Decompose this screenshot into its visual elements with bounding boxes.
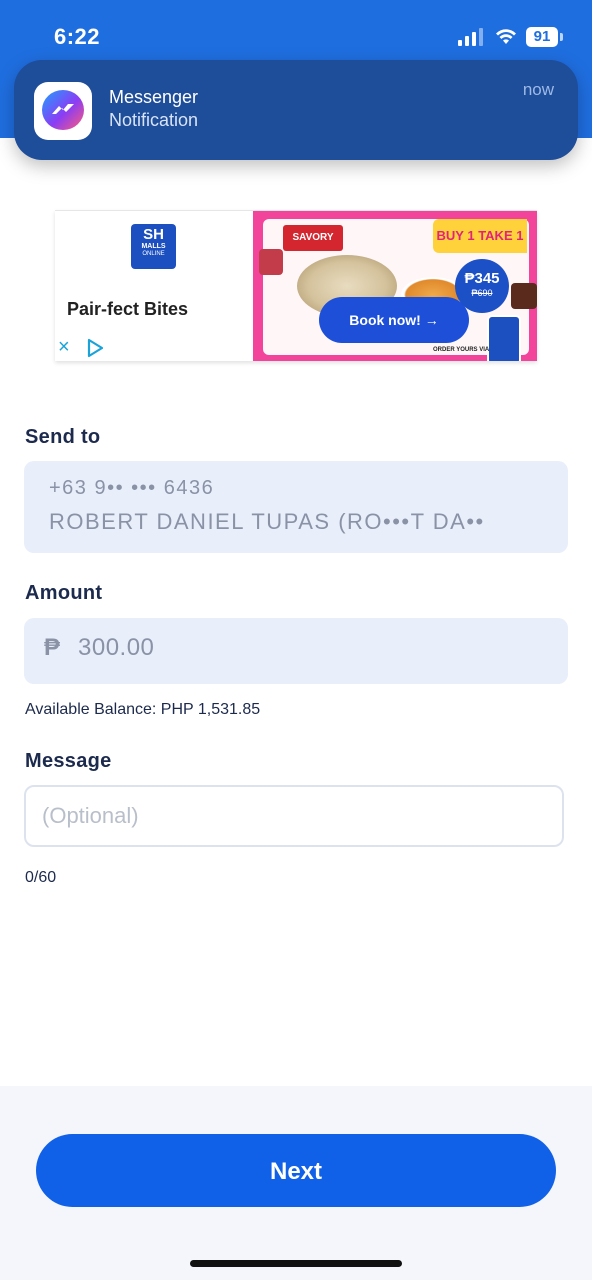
notification-time: now bbox=[522, 80, 554, 99]
clock: 6:22 bbox=[54, 24, 101, 49]
home-indicator[interactable] bbox=[190, 1260, 402, 1267]
notification-app-name: Messenger bbox=[109, 87, 199, 107]
battery-icon: 91 bbox=[526, 27, 558, 47]
adchoices-play-icon[interactable] bbox=[85, 338, 105, 358]
sm-malls-online-logo: SH MALLS ONLINE bbox=[131, 224, 176, 269]
next-button[interactable]: Next bbox=[36, 1134, 556, 1207]
character-count: 0/60 bbox=[25, 869, 57, 886]
amount-field[interactable]: ₱ 300.00 bbox=[24, 618, 568, 684]
phone-app-image bbox=[487, 315, 521, 361]
promo-tag: BUY 1 TAKE 1 bbox=[433, 219, 527, 253]
send-to-label: Send to bbox=[25, 426, 101, 448]
cake-image bbox=[259, 249, 283, 275]
book-now-button[interactable]: Book now! → bbox=[319, 297, 469, 343]
savory-logo: SAVORY bbox=[283, 225, 343, 251]
recipient-field[interactable]: +63 9•• ••• 6436 ROBERT DANIEL TUPAS (RO… bbox=[24, 461, 568, 553]
peso-icon: ₱ bbox=[44, 634, 61, 661]
ad-title: Pair-fect Bites bbox=[67, 299, 189, 319]
advertisement-banner[interactable]: SH MALLS ONLINE Pair-fect Bites × SAVORY… bbox=[55, 210, 537, 361]
wifi-icon bbox=[496, 29, 516, 44]
order-text: ORDER YOURS VIA bbox=[433, 347, 490, 353]
amount-value: 300.00 bbox=[78, 634, 155, 661]
recipient-name: ROBERT DANIEL TUPAS (RO•••T DA•• bbox=[49, 509, 485, 534]
battery-cap bbox=[560, 33, 563, 41]
message-input[interactable] bbox=[24, 785, 564, 847]
amount-label: Amount bbox=[25, 582, 103, 604]
message-label: Message bbox=[25, 750, 112, 772]
available-balance: Available Balance: PHP 1,531.85 bbox=[25, 701, 261, 718]
ad-promo-image[interactable]: SAVORY BUY 1 TAKE 1 ₱345 ₱690 Book now! … bbox=[253, 211, 537, 361]
ad-close-icon[interactable]: × bbox=[58, 337, 70, 357]
cellular-signal-icon bbox=[458, 28, 483, 46]
recipient-number: +63 9•• ••• 6436 bbox=[49, 477, 215, 499]
notification-text: Notification bbox=[109, 110, 199, 130]
messenger-app-icon bbox=[34, 82, 92, 140]
chocolate-image bbox=[511, 283, 537, 309]
messenger-notification[interactable]: Messenger Notification now bbox=[14, 60, 578, 160]
